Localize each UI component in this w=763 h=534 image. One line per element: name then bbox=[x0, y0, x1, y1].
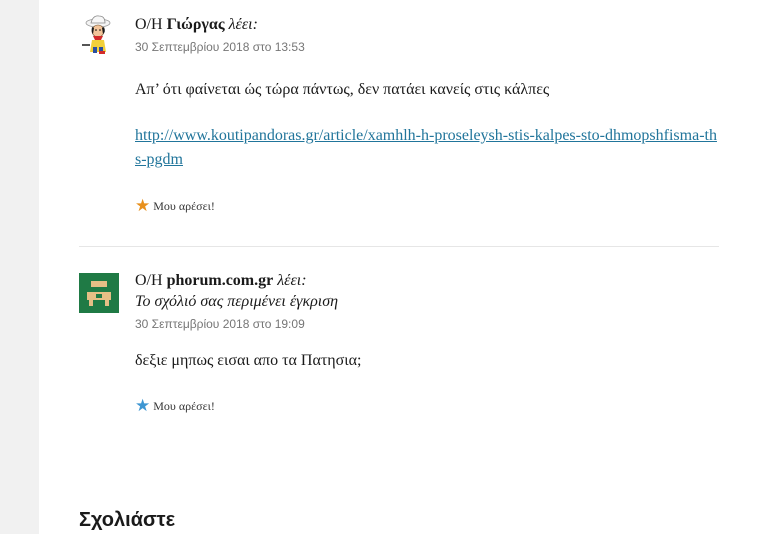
like-label: Μου αρέσει! bbox=[153, 199, 215, 213]
avatar[interactable] bbox=[79, 14, 119, 54]
reply-section-title: Σχολιάστε bbox=[79, 509, 176, 531]
left-gutter bbox=[0, 0, 39, 534]
pixel-identicon-avatar-icon bbox=[79, 273, 119, 313]
like-label: Μου αρέσει! bbox=[153, 399, 215, 413]
comment-body: Ο/Η Γιώργας λέει: 30 Σεπτεμβρίου 2018 στ… bbox=[135, 15, 719, 214]
like-button[interactable]: ★ Μου αρέσει! bbox=[135, 396, 719, 415]
author-says: λέει: bbox=[228, 16, 258, 33]
comment-text: Απ’ ότι φαίνεται ώς τώρα πάντως, δεν πατ… bbox=[135, 81, 550, 98]
comment: Ο/Η phorum.com.gr λέει: Το σχόλιό σας πε… bbox=[79, 268, 719, 438]
author-says: λέει: bbox=[277, 272, 307, 289]
star-icon: ★ bbox=[135, 196, 151, 215]
cowboy-cartoon-avatar-icon bbox=[79, 14, 119, 54]
comment-author: Ο/Η Γιώργας λέει: bbox=[135, 15, 719, 35]
comment-date-link[interactable]: 30 Σεπτεμβρίου 2018 στο 13:53 bbox=[135, 39, 719, 55]
comment-date-link[interactable]: 30 Σεπτεμβρίου 2018 στο 19:09 bbox=[135, 316, 719, 332]
star-icon: ★ bbox=[135, 396, 151, 415]
author-name[interactable]: phorum.com.gr bbox=[167, 272, 274, 289]
comment-body: Ο/Η phorum.com.gr λέει: Το σχόλιό σας πε… bbox=[135, 271, 719, 414]
comment-link-paragraph: http://www.koutipandoras.gr/article/xamh… bbox=[135, 124, 719, 172]
comment-text: δεξιε μηπως εισαι απο τα Πατησια; bbox=[135, 352, 362, 369]
comment-link[interactable]: http://www.koutipandoras.gr/article/xamh… bbox=[135, 127, 717, 168]
comment: Ο/Η Γιώργας λέει: 30 Σεπτεμβρίου 2018 στ… bbox=[79, 0, 719, 247]
author-name[interactable]: Γιώργας bbox=[167, 16, 225, 33]
author-prefix: Ο/Η bbox=[135, 272, 163, 289]
moderation-notice: Το σχόλιό σας περιμένει έγκριση bbox=[135, 293, 339, 310]
author-prefix: Ο/Η bbox=[135, 16, 163, 33]
like-button[interactable]: ★ Μου αρέσει! bbox=[135, 196, 719, 215]
avatar[interactable] bbox=[79, 273, 119, 313]
comment-author: Ο/Η phorum.com.gr λέει: bbox=[135, 271, 719, 291]
